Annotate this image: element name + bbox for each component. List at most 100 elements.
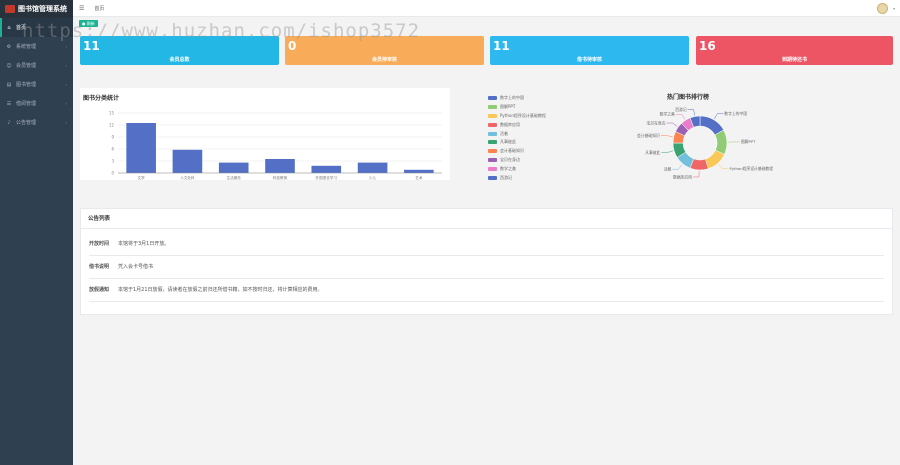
pie-label: 图解PPT bbox=[741, 139, 756, 144]
sidebar-item-label: 借阅管理 bbox=[16, 101, 37, 107]
y-tick-label: 12 bbox=[109, 123, 115, 128]
pie-label: Python程序设计基础教程 bbox=[729, 166, 773, 171]
pie-label: 宝贝在身边 bbox=[647, 120, 666, 125]
legend-item[interactable]: Python程序设计基础教程 bbox=[488, 112, 546, 121]
notice-row[interactable]: 放假通知 本馆于1月21日放假，请读者在放假之前归还所借书籍，如不按时归还，将计算… bbox=[89, 279, 884, 302]
notice-title: 公告列表 bbox=[81, 209, 892, 229]
legend-item[interactable]: 宝贝在身边 bbox=[488, 156, 546, 165]
y-tick-label: 0 bbox=[111, 171, 114, 176]
sidebar-item-label: 图书管理 bbox=[16, 82, 37, 88]
stat-card: 16 到期待还书 bbox=[696, 36, 893, 65]
sidebar-item-label: 公告管理 bbox=[16, 120, 37, 126]
legend-item[interactable]: 会计基础知识 bbox=[488, 147, 546, 156]
stat-label: 借书待审核 bbox=[576, 57, 602, 63]
legend-swatch bbox=[488, 149, 497, 154]
legend-swatch bbox=[488, 113, 497, 118]
stat-value: 16 bbox=[699, 39, 716, 53]
sidebar-item-4[interactable]: ☰ 借阅管理 ‹ bbox=[0, 94, 73, 113]
pie-label: 会计基础知识 bbox=[637, 133, 660, 138]
stat-value: 0 bbox=[288, 39, 297, 53]
sidebar: 图书馆管理系统 ⌂ 首页 ⚙ 系统管理 ‹ ☺ 会员管理 ‹ ▤ 图书管理 ‹ ☰ 借阅管理 ‹ ♪ 公告管理… bbox=[0, 0, 73, 465]
home-icon: ⌂ bbox=[7, 24, 11, 31]
pie-legend: 数字上的中国图解PPT Python程序设计基础教程 数据库应用活着凡事彼此 会计基础… bbox=[488, 94, 546, 182]
notice-row[interactable]: 开放时间 本馆将于3月1日开放。 bbox=[89, 233, 884, 256]
sidebar-item-label: 会员管理 bbox=[16, 63, 37, 69]
stat-card: 11 会员总数 bbox=[80, 36, 279, 65]
x-tick-label: 少儿 bbox=[369, 175, 377, 180]
pie-label-line bbox=[666, 122, 678, 127]
pie-label-line bbox=[692, 170, 700, 178]
sidebar-item-0[interactable]: ⌂ 首页 bbox=[0, 18, 73, 37]
legend-item[interactable]: 数字上的中国 bbox=[488, 94, 546, 103]
legend-item[interactable]: 凡事彼此 bbox=[488, 138, 546, 147]
sidebar-item-3[interactable]: ▤ 图书管理 ‹ bbox=[0, 75, 73, 94]
pie-label-line bbox=[661, 150, 674, 153]
pie-label: 活着 bbox=[664, 166, 672, 171]
legend-item[interactable]: 图解PPT bbox=[488, 103, 546, 112]
bar bbox=[357, 162, 388, 173]
notice-row-title: 开放时间 bbox=[89, 241, 110, 247]
legend-swatch bbox=[488, 122, 497, 127]
pie-label-line bbox=[672, 164, 683, 170]
pie-label: 数据库应用 bbox=[673, 174, 692, 179]
chevron-left-icon: ‹ bbox=[65, 101, 67, 106]
y-tick-label: 9 bbox=[111, 135, 114, 140]
sidebar-item-1[interactable]: ⚙ 系统管理 ‹ bbox=[0, 37, 73, 56]
chevron-down-icon[interactable]: ▾ bbox=[893, 6, 895, 11]
x-tick-label: 文学 bbox=[138, 175, 146, 180]
list-icon: ☰ bbox=[6, 100, 12, 107]
bar-chart: 0 3 6 9 12 15 文学 人文社科 生活服务 科技教育 外国语言学习 少儿 艺术 bbox=[109, 111, 442, 180]
legend-label: 活着 bbox=[500, 130, 508, 136]
avatar[interactable] bbox=[877, 3, 888, 14]
stat-label: 会员总数 bbox=[169, 57, 190, 63]
legend-item[interactable]: 数据库应用 bbox=[488, 120, 546, 129]
legend-item[interactable]: 西游记 bbox=[488, 173, 546, 182]
legend-item[interactable]: 活着 bbox=[488, 129, 546, 138]
stat-label: 到期待还书 bbox=[781, 57, 807, 63]
notice-row-title: 借书说明 bbox=[89, 264, 110, 270]
pie-chart-panel: 热门图书排行榜 数字上的中国 图解PPT Python程序设计基础教程 数据库应用 活着… bbox=[600, 88, 780, 198]
legend-item[interactable]: 数学之美 bbox=[488, 164, 546, 173]
x-tick-label: 生活服务 bbox=[227, 175, 242, 180]
legend-swatch bbox=[488, 166, 497, 171]
legend-label: 数学之美 bbox=[500, 165, 516, 171]
sidebar-item-5[interactable]: ♪ 公告管理 ‹ bbox=[0, 113, 73, 132]
legend-label: 会计基础知识 bbox=[500, 148, 524, 154]
stat-value: 11 bbox=[83, 39, 100, 53]
legend-label: 数字上的中国 bbox=[500, 95, 524, 101]
pie-label: 数字上的中国 bbox=[724, 111, 747, 116]
notice-row-title: 放假通知 bbox=[89, 287, 110, 293]
x-tick-label: 科技教育 bbox=[273, 175, 288, 180]
legend-label: 数据库应用 bbox=[500, 121, 520, 127]
notice-row[interactable]: 借书说明 凭入会卡号借书 bbox=[89, 256, 884, 279]
pie-label: 数学之美 bbox=[660, 112, 675, 117]
notice-row-content: 本馆将于3月1日开放。 bbox=[118, 241, 170, 247]
tab-home[interactable]: 首页 bbox=[94, 5, 104, 12]
notice-panel: 公告列表 开放时间 本馆将于3月1日开放。借书说明 凭入会卡号借书 放假通知 本馆于1月… bbox=[80, 208, 893, 315]
legend-label: Python程序设计基础教程 bbox=[500, 112, 546, 118]
chevron-left-icon: ‹ bbox=[65, 82, 67, 87]
sidebar-item-2[interactable]: ☺ 会员管理 ‹ bbox=[0, 56, 73, 75]
book-icon: ▤ bbox=[6, 81, 12, 88]
app-title: 图书馆管理系统 bbox=[18, 5, 67, 13]
bell-icon: ♪ bbox=[7, 119, 11, 126]
pie-label: 西游记 bbox=[675, 107, 687, 112]
y-tick-label: 6 bbox=[111, 147, 114, 152]
menu-toggle-icon[interactable]: ☰ bbox=[79, 5, 84, 12]
refresh-button[interactable]: ● 刷新 bbox=[79, 20, 98, 27]
y-tick-label: 3 bbox=[111, 159, 114, 164]
legend-swatch bbox=[488, 96, 497, 101]
bar bbox=[404, 169, 434, 173]
pie-label-line bbox=[675, 114, 686, 120]
pie-label-line bbox=[718, 163, 729, 169]
stat-card: 11 借书待审核 bbox=[490, 36, 689, 65]
pie-label-line bbox=[714, 113, 724, 120]
stat-label: 会员待审核 bbox=[371, 57, 397, 63]
y-tick-label: 15 bbox=[109, 111, 115, 116]
user-icon: ☺ bbox=[6, 62, 12, 69]
pie-slice bbox=[704, 149, 725, 169]
stat-value: 11 bbox=[493, 39, 510, 53]
bar bbox=[311, 165, 342, 173]
library-logo-icon bbox=[5, 5, 15, 13]
legend-swatch bbox=[488, 131, 497, 136]
